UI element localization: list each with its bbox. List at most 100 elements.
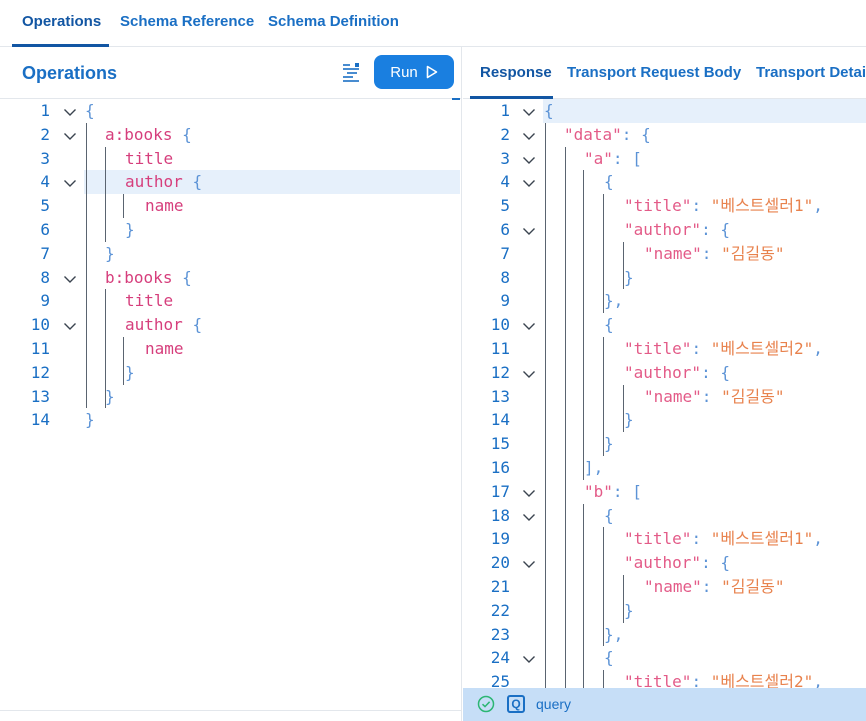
code-line[interactable]: 15} bbox=[463, 432, 866, 456]
code-text: author { bbox=[125, 170, 202, 194]
punctuation: { bbox=[641, 124, 651, 144]
code-line[interactable]: 4{ bbox=[463, 170, 866, 194]
fold-chevron-icon[interactable] bbox=[62, 270, 78, 286]
code-line[interactable]: 3 "a": [ bbox=[463, 147, 866, 171]
code-line[interactable]: 22} bbox=[463, 599, 866, 623]
code-line[interactable]: 11 name bbox=[0, 337, 462, 361]
code-line[interactable]: 12 "author": { bbox=[463, 361, 866, 385]
code-line[interactable]: 9 title bbox=[0, 289, 462, 313]
code-line[interactable]: 20 "author": { bbox=[463, 551, 866, 575]
code-line[interactable]: 7 "name": "김길동" bbox=[463, 242, 866, 266]
code-line[interactable]: 16], bbox=[463, 456, 866, 480]
code-line[interactable]: 10 { bbox=[463, 313, 866, 337]
code-line[interactable]: 25 "title": "베스트셀러2", bbox=[463, 670, 866, 688]
fold-chevron-icon[interactable] bbox=[521, 508, 537, 524]
line-number: 6 bbox=[40, 220, 50, 239]
punctuation: } bbox=[604, 291, 614, 311]
code-line[interactable]: 14} bbox=[463, 408, 866, 432]
punctuation: : bbox=[701, 577, 712, 596]
line-number: 16 bbox=[490, 458, 510, 477]
operation-type-label: query bbox=[536, 696, 572, 712]
fold-chevron-icon[interactable] bbox=[521, 103, 537, 119]
fold-chevron-icon[interactable] bbox=[521, 151, 537, 167]
code-line[interactable]: 2 "data": { bbox=[463, 123, 866, 147]
line-number: 9 bbox=[500, 291, 510, 311]
code-line[interactable]: 8} bbox=[463, 266, 866, 290]
operations-editor[interactable]: 1{2 a:books {3 title 4 author {5 name 6} 7} 8 b:b… bbox=[0, 99, 462, 699]
q-icon[interactable]: Q bbox=[507, 695, 525, 713]
fold-chevron-icon[interactable] bbox=[62, 317, 78, 333]
json-string-value: "김길동" bbox=[721, 386, 785, 406]
punctuation: { bbox=[182, 267, 192, 287]
top-tab-bar: Operations Schema Reference Schema Defin… bbox=[0, 0, 866, 47]
code-line[interactable]: 7} bbox=[0, 242, 462, 266]
punctuation: : bbox=[691, 672, 702, 688]
run-button[interactable]: Run bbox=[374, 55, 454, 89]
fold-chevron-icon[interactable] bbox=[62, 103, 78, 119]
punctuation: , bbox=[813, 339, 823, 358]
fold-chevron-icon[interactable] bbox=[521, 650, 537, 666]
line-number: 23 bbox=[490, 624, 510, 644]
code-line[interactable]: 17 "b": [ bbox=[463, 480, 866, 504]
code-line[interactable]: 23}, bbox=[463, 623, 866, 647]
code-line[interactable]: 13} bbox=[0, 385, 462, 409]
code-line[interactable]: 11 "title": "베스트셀러2", bbox=[463, 337, 866, 361]
indent-guide bbox=[86, 122, 87, 409]
line-number: 22 bbox=[490, 600, 510, 620]
code-line[interactable]: 13 "name": "김길동" bbox=[463, 385, 866, 409]
tab-transport-request-body[interactable]: Transport Request Body bbox=[567, 64, 741, 81]
tab-response[interactable]: Response bbox=[480, 64, 552, 81]
punctuation: , bbox=[813, 672, 823, 688]
fold-chevron-icon[interactable] bbox=[62, 127, 78, 143]
code-line[interactable]: 4 author { bbox=[40, 170, 460, 195]
code-line[interactable]: 14} bbox=[0, 408, 462, 432]
fold-chevron-icon[interactable] bbox=[62, 174, 78, 190]
code-line[interactable]: 18 { bbox=[463, 504, 866, 528]
code-line[interactable]: 19 "title": "베스트셀러1", bbox=[463, 527, 866, 551]
fold-chevron-icon[interactable] bbox=[521, 174, 537, 190]
scroll-marker bbox=[452, 98, 460, 100]
code-line[interactable]: 5 "title": "베스트셀러1", bbox=[463, 194, 866, 218]
prettify-button[interactable] bbox=[337, 60, 365, 86]
tab-operations[interactable]: Operations bbox=[22, 13, 101, 30]
code-line[interactable]: 6 "author": { bbox=[463, 218, 866, 242]
fold-chevron-icon[interactable] bbox=[521, 127, 537, 143]
indent-guide bbox=[603, 194, 604, 314]
field-name: title bbox=[125, 148, 174, 168]
punctuation: , bbox=[593, 458, 604, 477]
code-line[interactable]: 24 { bbox=[463, 646, 866, 670]
tab-schema-reference[interactable]: Schema Reference bbox=[120, 13, 254, 30]
fold-chevron-icon[interactable] bbox=[521, 555, 537, 571]
fold-chevron-icon[interactable] bbox=[521, 365, 537, 381]
indent-guide bbox=[123, 194, 124, 218]
punctuation: , bbox=[813, 196, 823, 216]
tab-transport-details[interactable]: Transport Detai bbox=[756, 64, 866, 81]
line-number: 5 bbox=[500, 196, 510, 216]
run-button-label: Run bbox=[390, 63, 418, 81]
fold-chevron-icon[interactable] bbox=[521, 317, 537, 333]
tab-schema-definition[interactable]: Schema Definition bbox=[268, 13, 399, 30]
code-line[interactable]: 10 author { bbox=[0, 313, 462, 337]
code-line[interactable]: 5 name bbox=[0, 194, 462, 218]
code-line[interactable]: 6} bbox=[0, 218, 462, 242]
fold-chevron-icon[interactable] bbox=[521, 222, 537, 238]
line-number: 18 bbox=[490, 505, 510, 525]
line-number: 19 bbox=[490, 529, 510, 549]
code-line[interactable]: 1{ bbox=[500, 99, 866, 123]
response-viewer[interactable]: 1{2 "data": {3 "a": [4{5 "title": "베스트셀러1",… bbox=[463, 99, 866, 688]
fold-chevron-icon[interactable] bbox=[521, 484, 537, 500]
code-line[interactable]: 9}, bbox=[463, 289, 866, 313]
code-line[interactable]: 2 a:books { bbox=[0, 123, 462, 147]
code-line[interactable]: 3 title bbox=[0, 147, 462, 171]
json-key: "a" bbox=[584, 148, 613, 168]
punctuation: [ bbox=[632, 148, 642, 168]
code-line[interactable]: 21 "name": "김길동" bbox=[463, 575, 866, 599]
code-line[interactable]: 1{ bbox=[0, 99, 462, 123]
code-line[interactable]: 12} bbox=[0, 361, 462, 385]
code-line[interactable]: 8 b:books { bbox=[0, 266, 462, 290]
prettify-icon bbox=[343, 63, 359, 82]
